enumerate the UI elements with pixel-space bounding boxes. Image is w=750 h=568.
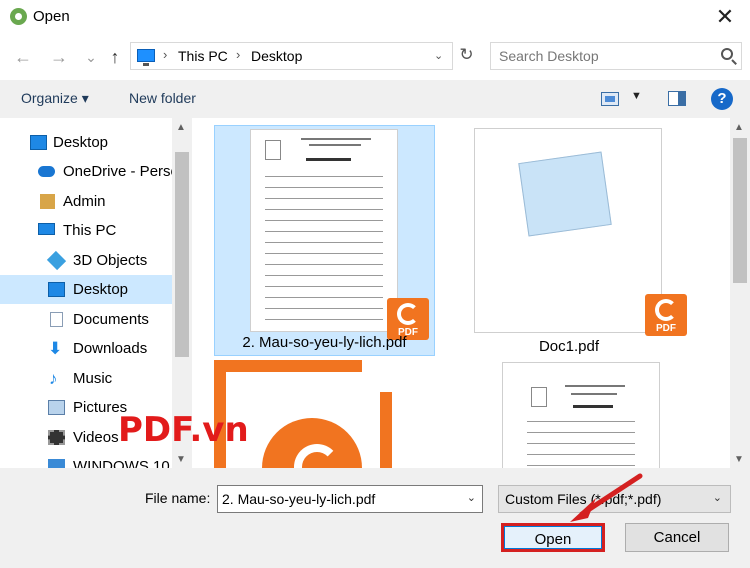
scroll-down-icon[interactable]: ▼ xyxy=(734,454,744,465)
file-list-pane: PDF 2. Mau-so-yeu-ly-lich.pdf PDF Doc1.p… xyxy=(192,118,750,468)
watermark-logo: PDF.vn xyxy=(118,410,249,450)
search-box[interactable] xyxy=(490,42,742,70)
breadcrumb-separator: › xyxy=(236,47,241,62)
back-button[interactable]: ← xyxy=(12,46,34,68)
bottom-bar: File name: ⌄ Custom Files (*.pdf;*.pdf) … xyxy=(0,468,750,568)
file-tile[interactable]: PDF 2. Mau-so-yeu-ly-lich.pdf xyxy=(214,125,435,356)
app-icon xyxy=(10,8,27,25)
pc-icon xyxy=(38,223,55,235)
file-name-label: File name: xyxy=(145,490,211,506)
document-thumbnail: PDF xyxy=(474,128,687,336)
search-icon[interactable] xyxy=(721,48,733,60)
breadcrumb-separator: › xyxy=(163,47,168,62)
change-view-icon[interactable] xyxy=(601,92,619,106)
scroll-up-icon[interactable]: ▲ xyxy=(176,122,186,133)
nav-item-label: Admin xyxy=(63,193,106,210)
cube-icon xyxy=(46,250,67,271)
nav-item-desktop-selected[interactable]: Desktop xyxy=(0,275,172,304)
command-toolbar: Organize ▾ New folder ▼ ? xyxy=(0,80,750,118)
nav-item-documents[interactable]: Documents xyxy=(0,305,172,334)
preview-pane-icon[interactable] xyxy=(668,91,686,106)
scroll-up-icon[interactable]: ▲ xyxy=(734,122,744,133)
cancel-button[interactable]: Cancel xyxy=(625,523,729,552)
foxit-pdf-icon: PDF xyxy=(645,294,687,336)
photo-placeholder-icon xyxy=(531,387,547,407)
nav-scroll-thumb[interactable] xyxy=(175,152,189,357)
forward-button[interactable]: → xyxy=(48,46,70,68)
desktop-icon xyxy=(30,135,47,150)
new-folder-button[interactable]: New folder xyxy=(129,90,196,106)
documents-icon xyxy=(50,312,63,327)
file-name-input[interactable] xyxy=(222,490,460,508)
nav-item-desktop[interactable]: Desktop xyxy=(0,128,172,157)
downloads-icon: ⬇ xyxy=(48,339,63,358)
nav-item-label: Videos xyxy=(73,429,119,446)
open-button[interactable]: Open xyxy=(501,523,605,552)
chevron-down-icon[interactable]: ⌄ xyxy=(467,491,476,504)
desktop-icon xyxy=(48,282,65,297)
address-bar[interactable]: › This PC › Desktop ⌄ xyxy=(130,42,480,70)
nav-item-label: 3D Objects xyxy=(73,252,148,269)
file-name-label: 2. Mau-so-yeu-ly-lich.pdf xyxy=(242,334,407,351)
nav-item-this-pc[interactable]: This PC xyxy=(0,216,172,245)
breadcrumb-desktop[interactable]: Desktop xyxy=(251,48,302,64)
this-pc-icon xyxy=(137,49,155,66)
drive-icon xyxy=(48,459,65,468)
window-title: Open xyxy=(33,8,70,25)
pdf-file-corner xyxy=(362,360,392,392)
view-options-dropdown[interactable]: ▼ xyxy=(631,90,642,102)
nav-item-label: Music xyxy=(73,370,113,387)
up-button[interactable]: ↑ xyxy=(104,46,126,68)
breadcrumb-this-pc[interactable]: This PC xyxy=(178,48,228,64)
content-scroll-thumb[interactable] xyxy=(733,138,747,283)
help-icon[interactable]: ? xyxy=(711,88,733,110)
nav-item-label: Downloads xyxy=(73,340,148,357)
content-scrollbar[interactable]: ▲ ▼ xyxy=(730,118,750,468)
nav-item-music[interactable]: ♪ Music xyxy=(0,364,172,393)
videos-icon xyxy=(48,430,65,445)
pictures-icon xyxy=(48,400,65,415)
organize-button[interactable]: Organize ▾ xyxy=(21,90,89,107)
address-row: ← → ⌄ ↑ › This PC › Desktop ⌄ ↻ xyxy=(0,34,750,80)
file-type-filter-label: Custom Files (*.pdf;*.pdf) xyxy=(505,491,662,507)
title-bar: Open ✕ xyxy=(0,0,750,34)
file-name-combobox[interactable]: ⌄ xyxy=(217,485,483,513)
nav-item-label: Desktop xyxy=(53,134,109,151)
recent-locations-button[interactable]: ⌄ xyxy=(80,46,102,68)
music-icon: ♪ xyxy=(49,369,58,388)
refresh-button[interactable]: ↻ xyxy=(452,42,480,70)
document-thumbnail[interactable] xyxy=(502,362,660,468)
file-name-label: Doc1.pdf xyxy=(538,338,600,355)
nav-item-admin[interactable]: Admin xyxy=(0,187,172,216)
scroll-down-icon[interactable]: ▼ xyxy=(176,454,186,465)
scanned-document-image xyxy=(518,151,612,237)
file-tile[interactable]: PDF Doc1.pdf xyxy=(474,125,695,356)
file-type-filter[interactable]: Custom Files (*.pdf;*.pdf) ⌄ xyxy=(498,485,731,513)
nav-item-3d-objects[interactable]: 3D Objects xyxy=(0,246,172,275)
nav-item-label: WINDOWS 10 ( xyxy=(73,458,179,468)
photo-placeholder-icon xyxy=(265,140,281,160)
document-thumbnail: PDF xyxy=(250,129,429,340)
user-folder-icon xyxy=(40,194,55,209)
close-button[interactable]: ✕ xyxy=(712,4,738,30)
address-dropdown-icon[interactable]: ⌄ xyxy=(434,49,443,62)
nav-item-label: OneDrive - Perso xyxy=(63,163,179,180)
nav-item-label: Desktop xyxy=(73,281,129,298)
search-input[interactable] xyxy=(499,47,709,65)
nav-item-label: Documents xyxy=(73,311,149,328)
nav-item-downloads[interactable]: ⬇ Downloads xyxy=(0,334,172,363)
onedrive-icon xyxy=(38,166,55,177)
chevron-down-icon[interactable]: ⌄ xyxy=(713,491,722,504)
nav-item-label: This PC xyxy=(63,222,117,239)
nav-item-windows-drive[interactable]: WINDOWS 10 ( xyxy=(0,452,179,468)
nav-item-onedrive[interactable]: OneDrive - Perso xyxy=(0,157,179,186)
